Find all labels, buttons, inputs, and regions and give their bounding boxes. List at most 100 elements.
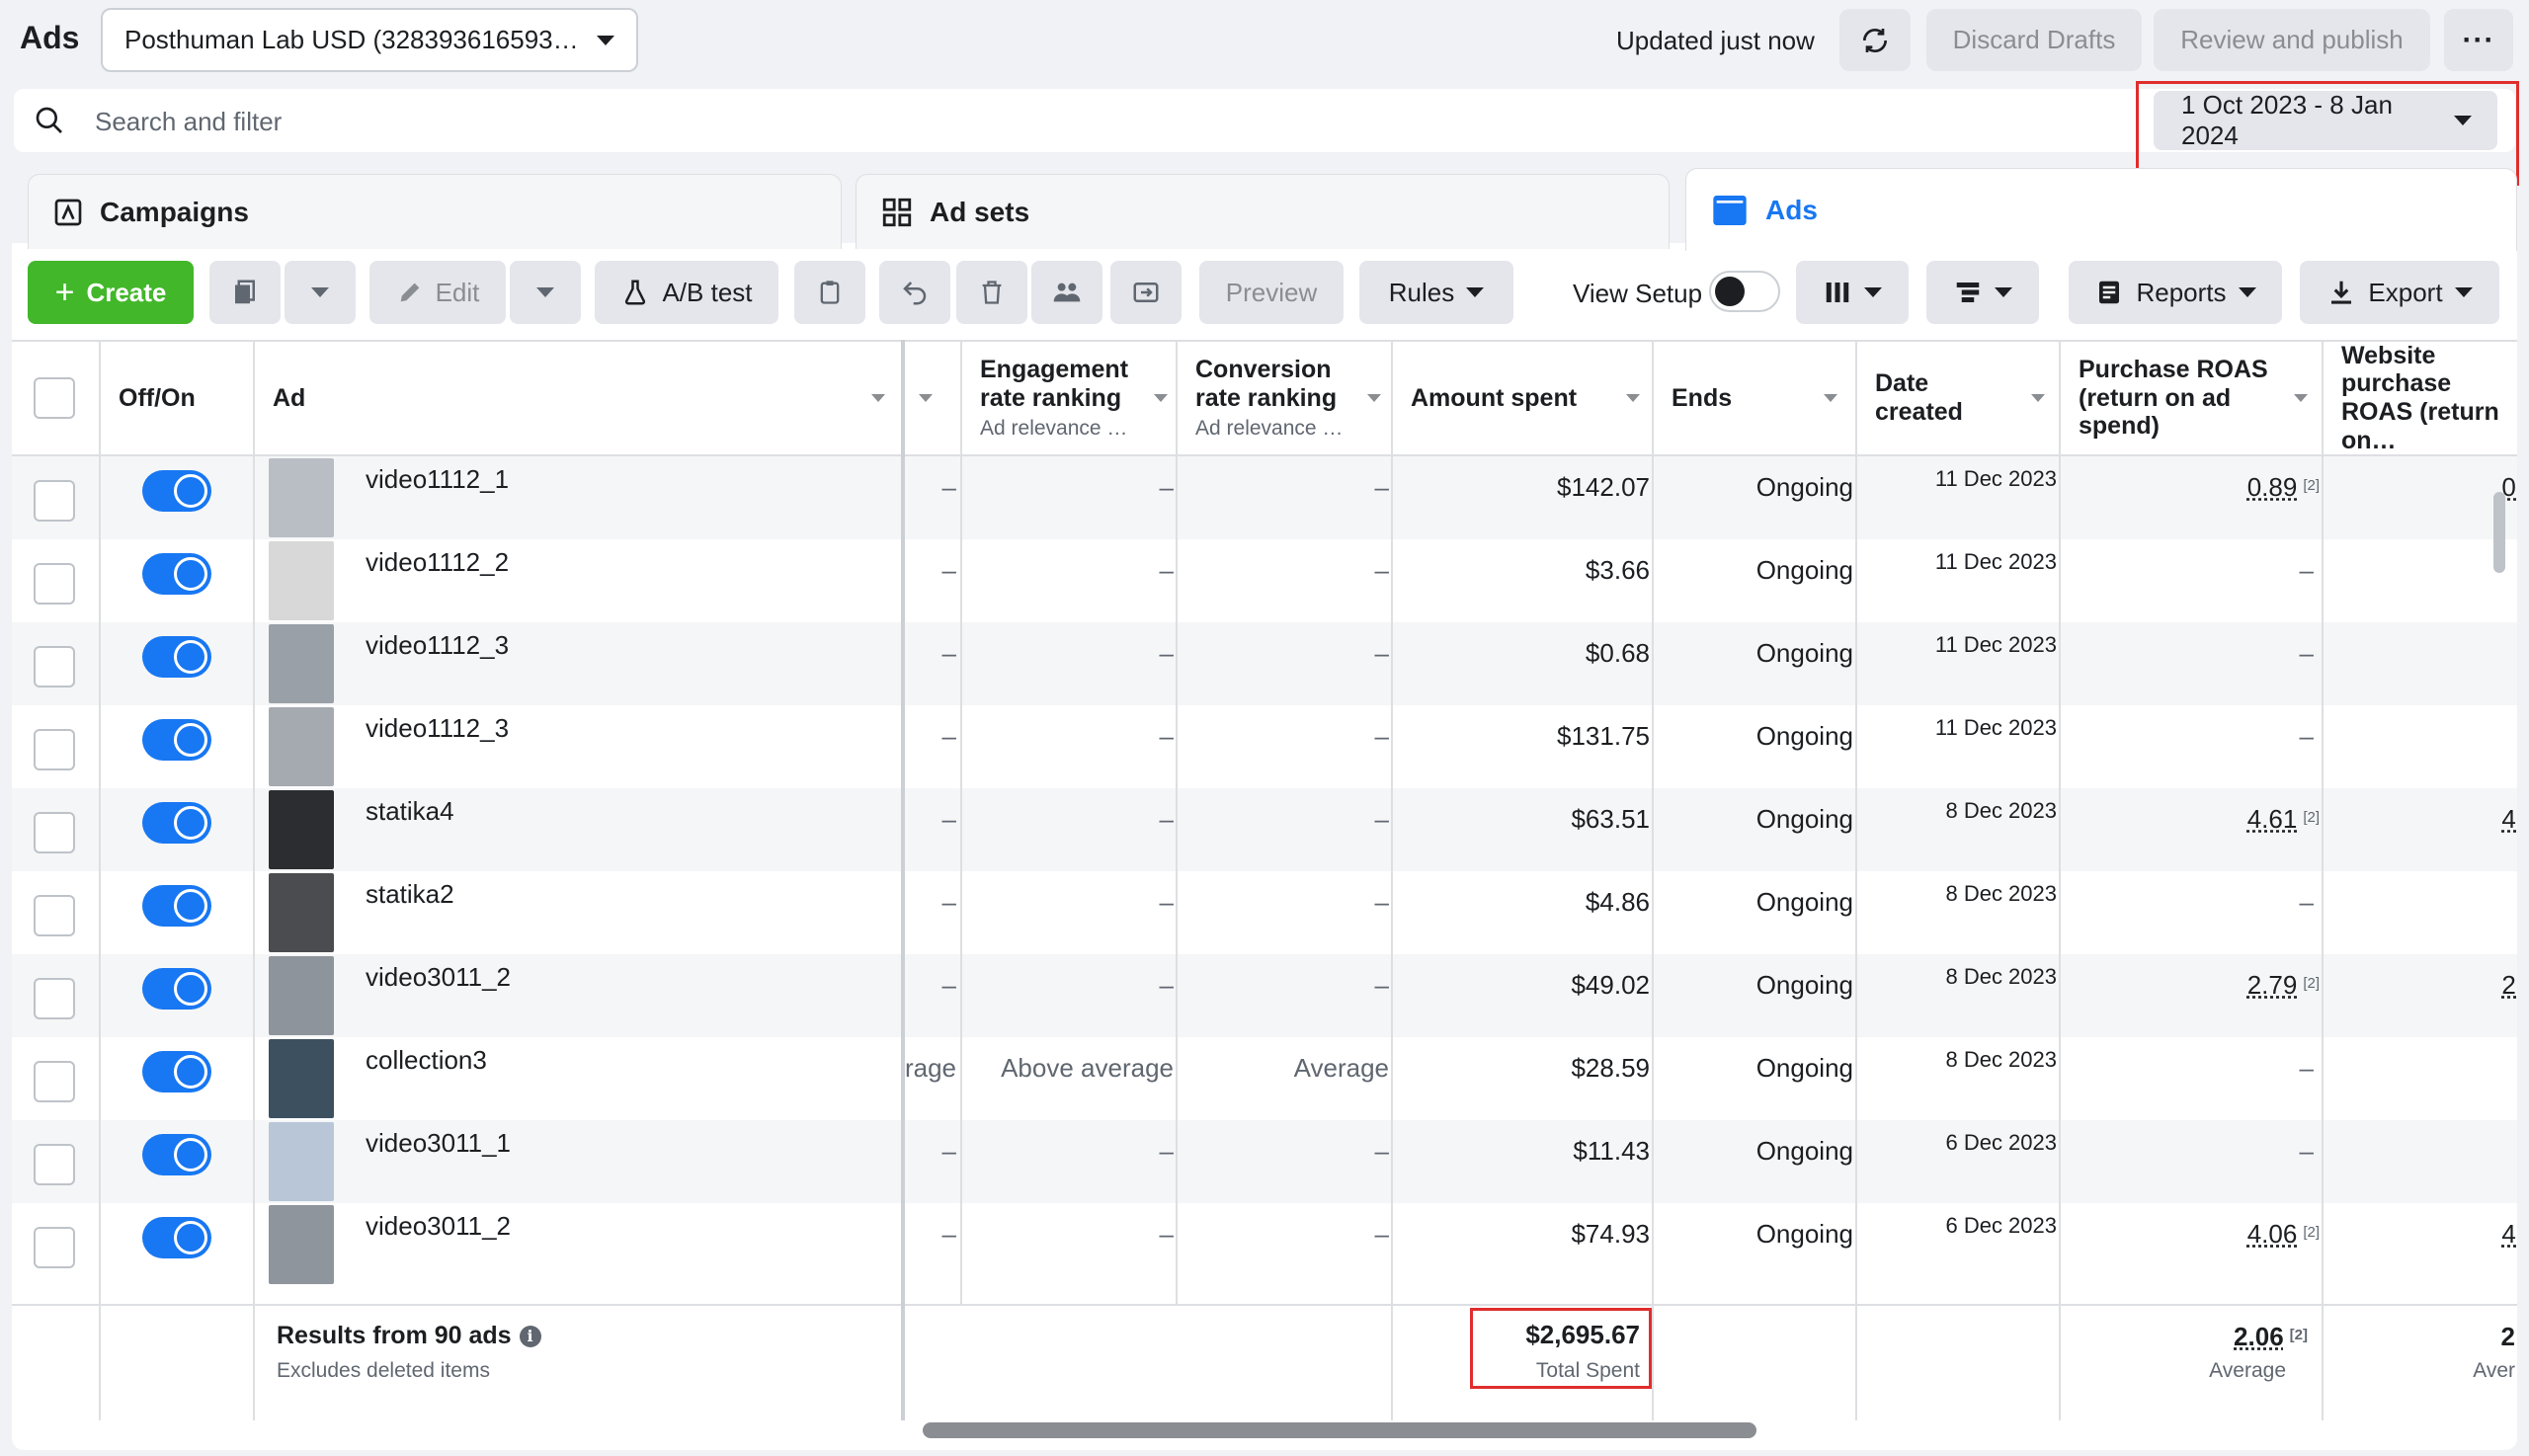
column-header-engagement[interactable]: Engagement rate ranking Ad relevance … <box>980 340 1168 456</box>
ad-name-link[interactable]: statika4 <box>366 796 454 827</box>
audience-button[interactable] <box>1031 261 1102 324</box>
ad-name-link[interactable]: video3011_2 <box>366 1211 511 1242</box>
row-checkbox[interactable] <box>34 729 75 770</box>
search-input[interactable]: Search and filter <box>95 107 282 137</box>
duplicate-dropdown[interactable] <box>285 261 356 324</box>
table-row[interactable]: video1112_3 – – – $131.75 Ongoing 11 Dec… <box>12 705 2517 788</box>
reports-button[interactable]: Reports <box>2069 261 2282 324</box>
ad-status-toggle[interactable] <box>142 968 211 1010</box>
view-setup-toggle[interactable] <box>1709 271 1780 312</box>
ad-thumbnail[interactable] <box>269 541 334 620</box>
column-header-ad[interactable]: Ad <box>273 340 885 456</box>
info-icon[interactable]: i <box>519 1325 541 1347</box>
account-selector[interactable]: Posthuman Lab USD (328393616593… <box>101 8 638 72</box>
row-checkbox[interactable] <box>34 812 75 853</box>
column-header-conversion[interactable]: Conversion rate ranking Ad relevance … <box>1195 340 1381 456</box>
table-row[interactable]: video3011_2 – – – $74.93 Ongoing 6 Dec 2… <box>12 1203 2517 1286</box>
column-header-date-created[interactable]: Date created <box>1875 340 2045 456</box>
more-options-button[interactable]: ··· <box>2444 9 2513 71</box>
column-header-amount[interactable]: Amount spent <box>1411 340 1640 456</box>
ad-status-toggle[interactable] <box>142 802 211 844</box>
ad-thumbnail[interactable] <box>269 458 334 537</box>
ends-cell: Ongoing <box>1755 1136 1853 1166</box>
clipboard-button[interactable] <box>794 261 865 324</box>
ad-status-toggle[interactable] <box>142 1134 211 1175</box>
horizontal-scrollbar[interactable] <box>923 1422 1756 1438</box>
ad-thumbnail[interactable] <box>269 1039 334 1118</box>
sort-icon <box>1154 394 1168 402</box>
ad-thumbnail[interactable] <box>269 1122 334 1201</box>
ad-name-link[interactable]: video1112_2 <box>366 547 509 578</box>
rules-button[interactable]: Rules <box>1359 261 1513 324</box>
tab-campaigns[interactable]: Campaigns <box>28 174 842 249</box>
row-checkbox[interactable] <box>34 895 75 936</box>
ad-status-toggle[interactable] <box>142 470 211 512</box>
ad-thumbnail[interactable] <box>269 624 334 703</box>
breakdown-button[interactable] <box>1926 261 2039 324</box>
ends-cell: Ongoing <box>1755 887 1853 917</box>
ad-name-link[interactable]: collection3 <box>366 1045 487 1076</box>
column-header-off-on[interactable]: Off/On <box>119 340 196 456</box>
table-row[interactable]: video1112_1 – – – $142.07 Ongoing 11 Dec… <box>12 456 2517 539</box>
row-checkbox[interactable] <box>34 646 75 688</box>
ad-name-link[interactable]: video1112_1 <box>366 464 509 495</box>
discard-drafts-button[interactable]: Discard Drafts <box>1926 9 2142 71</box>
create-button[interactable]: + Create <box>28 261 194 324</box>
ad-status-toggle[interactable] <box>142 636 211 678</box>
edit-dropdown[interactable] <box>510 261 581 324</box>
ad-name-link[interactable]: video3011_1 <box>366 1128 511 1159</box>
ad-status-toggle[interactable] <box>142 719 211 761</box>
ad-thumbnail[interactable] <box>269 956 334 1035</box>
delete-button[interactable] <box>956 261 1027 324</box>
row-checkbox[interactable] <box>34 1227 75 1268</box>
tab-ads[interactable]: Ads <box>1685 168 2517 251</box>
column-header-purchase-roas[interactable]: Purchase ROAS (return on ad spend) <box>2079 340 2308 456</box>
ad-name-link[interactable]: video1112_3 <box>366 630 509 661</box>
row-checkbox[interactable] <box>34 563 75 605</box>
ad-icon <box>1713 195 1747 225</box>
export-button[interactable]: Export <box>2300 261 2499 324</box>
refresh-button[interactable] <box>1839 9 1911 71</box>
column-header-partial[interactable] <box>919 340 946 456</box>
ad-status-toggle[interactable] <box>142 1051 211 1092</box>
conversion-ranking-cell: – <box>1374 1219 1389 1249</box>
column-divider <box>1652 1304 1654 1420</box>
table-row[interactable]: statika2 – – – $4.86 Ongoing 8 Dec 2023 … <box>12 871 2517 954</box>
ad-status-toggle[interactable] <box>142 553 211 595</box>
table-row[interactable]: collection3 rage Above average Average $… <box>12 1037 2517 1120</box>
ad-name-link[interactable]: video3011_2 <box>366 962 511 993</box>
ad-thumbnail[interactable] <box>269 873 334 952</box>
share-button[interactable] <box>1110 261 1182 324</box>
row-checkbox[interactable] <box>34 1144 75 1185</box>
table-row[interactable]: video1112_3 – – – $0.68 Ongoing 11 Dec 2… <box>12 622 2517 705</box>
ranking-cell: rage <box>904 1053 956 1083</box>
duplicate-button[interactable] <box>209 261 281 324</box>
undo-button[interactable] <box>879 261 950 324</box>
table-row[interactable]: video3011_2 – – – $49.02 Ongoing 8 Dec 2… <box>12 954 2517 1037</box>
ad-thumbnail[interactable] <box>269 707 334 786</box>
roas-footnote: [2] <box>2303 975 2320 992</box>
preview-button[interactable]: Preview <box>1199 261 1344 324</box>
table-row[interactable]: video3011_1 – – – $11.43 Ongoing 6 Dec 2… <box>12 1120 2517 1203</box>
column-divider <box>253 1304 255 1420</box>
ad-status-toggle[interactable] <box>142 1217 211 1258</box>
ad-status-toggle[interactable] <box>142 885 211 927</box>
ab-test-button[interactable]: A/B test <box>595 261 778 324</box>
row-checkbox[interactable] <box>34 480 75 522</box>
vertical-scrollbar[interactable] <box>2493 492 2505 573</box>
column-header-ends[interactable]: Ends <box>1672 340 1837 456</box>
ad-thumbnail[interactable] <box>269 1205 334 1284</box>
ad-name-link[interactable]: statika2 <box>366 879 454 910</box>
select-all-checkbox[interactable] <box>34 377 75 419</box>
table-row[interactable]: statika4 – – – $63.51 Ongoing 8 Dec 2023… <box>12 788 2517 871</box>
table-row[interactable]: video1112_2 – – – $3.66 Ongoing 11 Dec 2… <box>12 539 2517 622</box>
ad-name-link[interactable]: video1112_3 <box>366 713 509 744</box>
column-header-website-roas[interactable]: Website purchase ROAS (return on… <box>2341 340 2515 456</box>
edit-button[interactable]: Edit <box>369 261 506 324</box>
row-checkbox[interactable] <box>34 1061 75 1102</box>
review-publish-button[interactable]: Review and publish <box>2154 9 2430 71</box>
row-checkbox[interactable] <box>34 978 75 1019</box>
columns-button[interactable] <box>1796 261 1909 324</box>
ad-thumbnail[interactable] <box>269 790 334 869</box>
tab-adsets[interactable]: Ad sets <box>856 174 1670 249</box>
